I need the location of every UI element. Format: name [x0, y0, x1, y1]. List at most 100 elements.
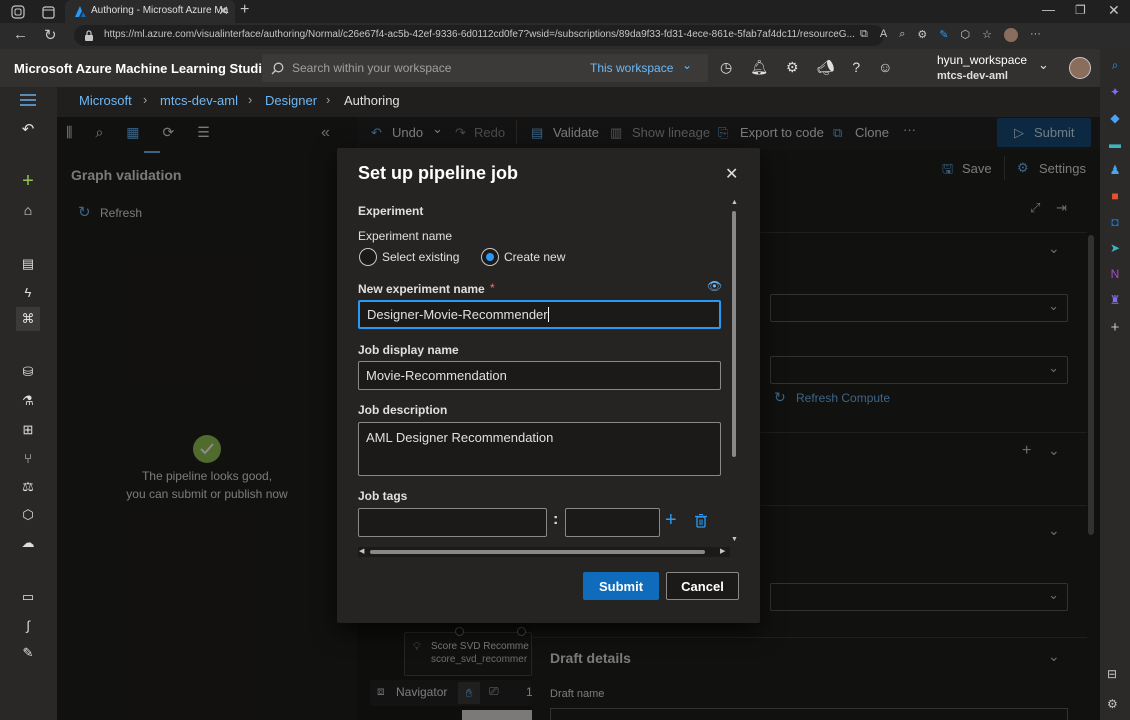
workspace-subname[interactable]: mtcs-dev-aml — [937, 70, 1008, 82]
notebooks-icon[interactable]: ▤ — [16, 252, 40, 276]
megaphone-icon[interactable]: 📣︎ — [817, 59, 835, 77]
browser-tab-active[interactable]: Authoring - Microsoft Azure Ma ✕ — [65, 0, 235, 23]
browser-menu-icon[interactable]: ··· — [1030, 28, 1041, 44]
data-icon[interactable]: ⛁ — [16, 360, 40, 384]
create-new-icon[interactable]: + — [16, 169, 40, 193]
tag-value-input[interactable] — [565, 508, 660, 537]
restore-icon[interactable]: ❐ — [1075, 3, 1086, 17]
scroll-right-arrow-icon[interactable]: ▶ — [720, 547, 725, 555]
split-screen-icon[interactable]: ⊟ — [1107, 667, 1117, 681]
job-description-textarea[interactable]: AML Designer Recommendation — [358, 422, 721, 476]
dialog-submit-button[interactable]: Submit — [583, 572, 659, 600]
extension-pen-icon[interactable]: ✎ — [939, 28, 948, 44]
models-cube-icon[interactable]: ⬡ — [16, 503, 40, 527]
automated-ml-icon[interactable]: ϟ — [16, 280, 40, 304]
h-scrollbar-thumb[interactable] — [370, 550, 705, 554]
tag-icon[interactable]: ◆ — [1110, 111, 1119, 125]
outlook-icon[interactable]: ◘ — [1111, 215, 1118, 229]
app-title[interactable]: Microsoft Azure Machine Learning Studio — [14, 61, 270, 76]
tag-key-input[interactable] — [358, 508, 547, 537]
extensions-icon[interactable]: ⬡ — [960, 28, 970, 44]
new-tab-icon[interactable]: + — [240, 1, 249, 19]
reload-icon[interactable]: ↻ — [44, 26, 57, 44]
compute-icon[interactable]: ▭ — [16, 585, 40, 609]
help-icon[interactable]: ? — [852, 59, 860, 77]
eye-icon[interactable]: 👁︎ — [707, 279, 722, 293]
gear-icon[interactable]: ⚙ — [786, 59, 799, 77]
url-field[interactable]: https://ml.azure.com/visualinterface/aut… — [74, 25, 884, 46]
toolbox-icon[interactable]: ▬ — [1109, 137, 1121, 151]
workspaces-icon[interactable] — [10, 4, 26, 20]
send-icon[interactable]: ➤ — [1110, 241, 1120, 255]
designer-icon[interactable]: ⌘ — [16, 307, 40, 331]
hamburger-menu-icon[interactable] — [16, 88, 40, 112]
close-tab-icon[interactable]: ✕ — [218, 3, 229, 19]
chevron-down-icon: ⌄ — [682, 58, 693, 72]
user-avatar[interactable] — [1069, 57, 1091, 79]
read-aloud-icon[interactable]: A — [880, 28, 887, 44]
pipelines-icon[interactable]: ⑂ — [16, 446, 40, 470]
url-text: https://ml.azure.com/visualinterface/aut… — [104, 29, 854, 40]
dialog-cancel-button[interactable]: Cancel — [666, 572, 739, 600]
home-icon[interactable]: ⌂ — [16, 198, 40, 222]
profile-avatar-icon[interactable] — [1003, 28, 1018, 42]
workspace-search[interactable]: Search within your workspace This worksp… — [262, 54, 708, 82]
close-icon[interactable]: ✕ — [725, 164, 738, 184]
endpoints-cloud-icon[interactable]: ☁ — [16, 531, 40, 555]
breadcrumb-workspace[interactable]: mtcs-dev-aml — [160, 93, 238, 108]
open-external-icon[interactable]: ⧉ — [860, 28, 868, 44]
scrollbar-thumb[interactable] — [732, 211, 736, 457]
jobs-flask-icon[interactable]: ⚗ — [16, 389, 40, 413]
linked-services-icon[interactable]: ∫ — [16, 613, 40, 637]
games-icon[interactable]: ♜ — [1110, 293, 1121, 307]
tag-separator: : — [553, 511, 559, 528]
clock-icon[interactable]: ◷ — [720, 59, 732, 77]
experiment-section-heading: Experiment — [358, 204, 424, 218]
workspace-chevron-icon[interactable]: ⌄ — [1038, 57, 1049, 73]
copilot-icon[interactable]: ✦ — [1110, 85, 1120, 99]
job-display-name-input[interactable]: Movie-Recommendation — [358, 361, 721, 390]
delete-tag-icon[interactable] — [695, 514, 707, 528]
new-experiment-name-input[interactable]: Designer-Movie-Recommender — [358, 300, 721, 329]
search-icon[interactable]: ⌕ — [1112, 58, 1119, 73]
new-experiment-name-label: New experiment name — [358, 282, 485, 296]
zoom-icon[interactable]: ⌕ — [899, 28, 905, 44]
scroll-left-arrow-icon[interactable]: ◀ — [359, 547, 364, 555]
data-labeling-icon[interactable]: ✎ — [16, 641, 40, 665]
back-icon[interactable]: ← — [13, 26, 28, 43]
scroll-down-arrow-icon[interactable]: ▼ — [731, 536, 738, 543]
minimize-icon[interactable]: — — [1042, 2, 1055, 17]
back-arrow-icon[interactable]: ↶ — [16, 117, 40, 141]
job-description-value: AML Designer Recommendation — [366, 430, 554, 445]
breadcrumb-microsoft[interactable]: Microsoft — [79, 93, 132, 108]
notification-bell-icon[interactable]: 🔔︎ — [750, 59, 768, 77]
environments-icon[interactable]: ⚖ — [16, 475, 40, 499]
breadcrumb-separator-icon: › — [143, 92, 148, 107]
scope-dropdown[interactable]: This workspace — [590, 61, 673, 75]
components-icon[interactable]: ⊞ — [16, 418, 40, 442]
tab-actions-icon[interactable] — [40, 4, 56, 20]
add-tag-icon[interactable]: + — [665, 510, 677, 530]
radio-select-existing-label[interactable]: Select existing — [382, 250, 459, 264]
office-icon[interactable]: ■ — [1111, 189, 1118, 203]
tracking-icon[interactable]: ⚙ — [917, 28, 927, 44]
radio-create-new[interactable] — [481, 248, 499, 266]
radio-select-existing[interactable] — [359, 248, 377, 266]
smiley-icon[interactable]: ☺ — [878, 59, 892, 77]
setup-pipeline-job-dialog: Set up pipeline job ✕ Experiment Experim… — [337, 148, 760, 623]
add-app-icon[interactable]: + — [1111, 319, 1120, 336]
breadcrumb-designer[interactable]: Designer — [265, 93, 317, 108]
required-marker: * — [490, 281, 495, 295]
dialog-horizontal-scrollbar[interactable]: ◀ ▶ — [358, 547, 730, 557]
sidebar-settings-icon[interactable]: ⚙ — [1107, 697, 1118, 711]
close-window-icon[interactable]: ✕ — [1108, 2, 1120, 19]
experiment-name-label: Experiment name — [358, 229, 453, 243]
workspace-name[interactable]: hyun_workspace — [937, 53, 1027, 67]
favorites-icon[interactable]: ☆ — [982, 28, 992, 44]
dialog-vertical-scrollbar[interactable]: ▲ ▼ — [729, 199, 740, 547]
dialog-scroll-area: Experiment Experiment name Select existi… — [337, 201, 740, 557]
scroll-up-arrow-icon[interactable]: ▲ — [731, 199, 738, 206]
radio-create-new-label[interactable]: Create new — [504, 250, 565, 264]
people-icon[interactable]: ♟ — [1110, 163, 1121, 177]
onenote-icon[interactable]: N — [1111, 267, 1120, 281]
